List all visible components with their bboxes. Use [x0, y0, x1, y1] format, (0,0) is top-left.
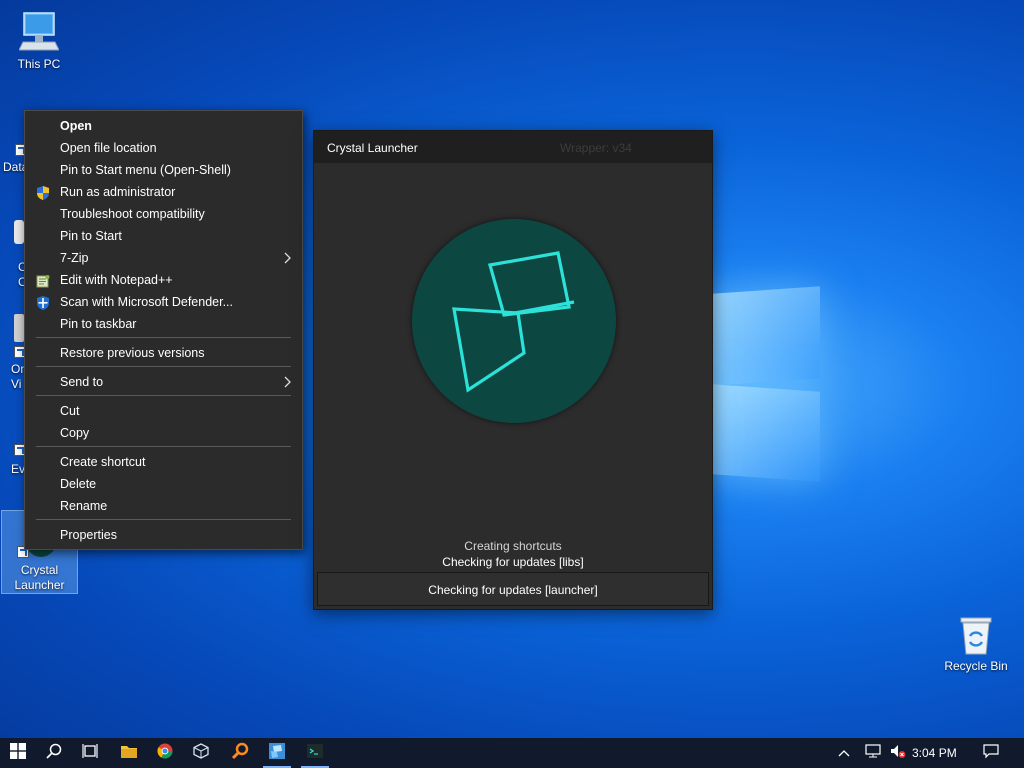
progress-bar: Checking for updates [launcher] — [317, 572, 709, 606]
menu-item-pin-to-start[interactable]: Pin to Start — [25, 225, 302, 247]
computer-icon — [18, 10, 60, 54]
search-icon — [46, 743, 62, 764]
recycle-bin-icon — [957, 614, 995, 656]
taskbar-clock[interactable]: 3:04 PM — [912, 746, 957, 760]
menu-item-open-file-location[interactable]: Open file location — [25, 137, 302, 159]
chrome-icon — [157, 743, 173, 764]
menu-separator — [36, 366, 291, 367]
menu-item-open[interactable]: Open — [25, 115, 302, 137]
app-icon — [14, 220, 24, 244]
launcher-version: Wrapper: v34 — [560, 141, 632, 155]
chevron-up-icon — [838, 744, 850, 762]
windows-start-icon — [10, 742, 26, 764]
menu-separator — [36, 519, 291, 520]
taskbar-crystal-launcher[interactable] — [259, 738, 295, 768]
status-line-2: Checking for updates [libs] — [442, 555, 584, 569]
menu-item-cut[interactable]: Cut — [25, 400, 302, 422]
defender-shield-icon — [36, 295, 50, 310]
network-icon — [864, 743, 882, 764]
action-center-button[interactable] — [976, 738, 1006, 768]
tray-network[interactable] — [860, 738, 886, 768]
notepad-plus-plus-icon — [36, 273, 50, 288]
desktop-icon-this-pc[interactable]: This PC — [3, 10, 75, 72]
crystal-logo — [412, 219, 616, 423]
menu-item-pin-start-open-shell[interactable]: Pin to Start menu (Open-Shell) — [25, 159, 302, 181]
crystal-label-line1: Crystal — [20, 563, 59, 577]
crystal-launcher-icon — [268, 742, 286, 765]
taskbar-search-button[interactable] — [36, 738, 72, 768]
launcher-title: Crystal Launcher — [327, 141, 418, 155]
uac-shield-icon — [36, 185, 50, 200]
desktop-icon-recycle-bin[interactable]: Recycle Bin — [938, 614, 1014, 674]
menu-item-pin-to-taskbar[interactable]: Pin to taskbar — [25, 313, 302, 335]
tray-overflow-button[interactable] — [832, 738, 856, 768]
crystal-logo-icon — [452, 251, 575, 393]
taskbar-file-explorer[interactable] — [111, 738, 147, 768]
menu-item-restore-versions[interactable]: Restore previous versions — [25, 342, 302, 364]
taskbar-chrome[interactable] — [147, 738, 183, 768]
menu-item-properties[interactable]: Properties — [25, 524, 302, 546]
this-pc-label: This PC — [17, 57, 61, 71]
app-icon — [14, 314, 24, 342]
status-line-1: Creating shortcuts — [464, 539, 562, 553]
menu-item-troubleshoot[interactable]: Troubleshoot compatibility — [25, 203, 302, 225]
context-menu: Open Open file location Pin to Start men… — [24, 110, 303, 550]
menu-item-create-shortcut[interactable]: Create shortcut — [25, 451, 302, 473]
tray-volume[interactable] — [886, 738, 910, 768]
menu-separator — [36, 337, 291, 338]
virtualbox-icon — [193, 742, 209, 764]
taskbar-terminal[interactable] — [297, 738, 333, 768]
taskbar: 3:04 PM — [0, 738, 1024, 768]
menu-item-run-as-admin[interactable]: Run as administrator — [25, 181, 302, 203]
menu-item-copy[interactable]: Copy — [25, 422, 302, 444]
menu-item-send-to[interactable]: Send to — [25, 371, 302, 393]
launcher-titlebar[interactable]: Crystal Launcher Wrapper: v34 — [314, 131, 712, 163]
progress-text: Checking for updates [launcher] — [428, 583, 598, 597]
menu-item-7zip[interactable]: 7-Zip — [25, 247, 302, 269]
file-explorer-icon — [120, 743, 138, 764]
terminal-icon — [307, 743, 323, 764]
task-view-button[interactable] — [72, 738, 108, 768]
start-button[interactable] — [0, 738, 36, 768]
search-app-icon — [231, 742, 249, 765]
menu-item-delete[interactable]: Delete — [25, 473, 302, 495]
menu-item-scan-defender[interactable]: Scan with Microsoft Defender... — [25, 291, 302, 313]
menu-separator — [36, 395, 291, 396]
menu-separator — [36, 446, 291, 447]
taskbar-search-app[interactable] — [222, 738, 258, 768]
volume-muted-icon — [890, 743, 906, 764]
menu-item-edit-notepadpp[interactable]: Edit with Notepad++ — [25, 269, 302, 291]
recycle-bin-label: Recycle Bin — [944, 659, 1008, 673]
crystal-launcher-window: Crystal Launcher Wrapper: v34 Creating s… — [313, 130, 713, 610]
menu-item-rename[interactable]: Rename — [25, 495, 302, 517]
task-view-icon — [82, 743, 98, 764]
taskbar-virtualbox[interactable] — [183, 738, 219, 768]
crystal-label-line2: Launcher — [14, 578, 65, 592]
notifications-icon — [983, 743, 999, 764]
